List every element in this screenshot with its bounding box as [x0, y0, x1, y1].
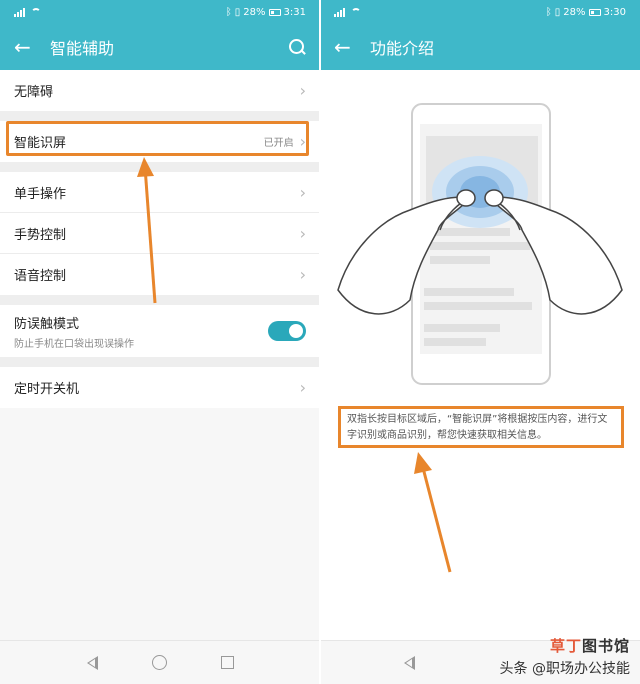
chevron-right-icon: › [299, 378, 306, 397]
bluetooth-icon: ᛒ [545, 6, 552, 18]
status-bar: ᛒ ▯ 28% 3:30 [320, 0, 640, 24]
nav-back-icon[interactable] [404, 655, 415, 670]
nav-bar [0, 640, 320, 684]
battery-percent: 28% [243, 6, 266, 18]
status-bar: ᛒ ▯ 28% 3:31 [0, 0, 320, 24]
chevron-right-icon: › [299, 81, 306, 100]
item-label: 语音控制 [14, 269, 67, 284]
left-screen: ᛒ ▯ 28% 3:31 ← 智能辅助 无障碍 › 智能识屏 已开启 › 单手操… [0, 0, 320, 684]
vibrate-icon: ▯ [554, 6, 561, 18]
app-bar: ← 功能介绍 [320, 24, 640, 70]
battery-icon [588, 8, 601, 16]
feature-description: 双指长按目标区域后，“智能识屏”将根据按压内容，进行文字识别或商品识别，帮您快速… [338, 406, 624, 448]
nav-back-icon[interactable] [86, 655, 98, 670]
page-title: 智能辅助 [50, 39, 115, 58]
status-value: 已开启 [263, 138, 294, 149]
signal-icon [14, 7, 25, 17]
bluetooth-icon: ᛒ [225, 6, 232, 18]
page-title: 功能介绍 [370, 39, 435, 58]
pocket-mode-toggle[interactable] [268, 321, 306, 341]
two-finger-press-illustration [337, 103, 623, 385]
chevron-right-icon: › [299, 223, 306, 243]
chevron-right-icon: › [299, 265, 306, 284]
battery-percent: 28% [563, 6, 586, 18]
right-screen: ᛒ ▯ 28% 3:30 ← 功能介绍 双指长按目标区域后，“智能识屏”将根据按… [320, 0, 640, 684]
watermark: 草丁图书馆 头条 @职场办公技能 [500, 635, 630, 678]
back-arrow-icon[interactable]: ← [14, 37, 40, 57]
nav-recent-icon[interactable] [220, 656, 234, 669]
search-icon[interactable] [288, 38, 306, 56]
clock: 3:30 [603, 6, 626, 18]
signal-icon [334, 7, 345, 17]
chevron-right-icon: › [299, 182, 306, 202]
item-scheduled-power[interactable]: 定时开关机 › [0, 367, 320, 408]
item-label: 单手操作 [14, 186, 67, 202]
chevron-right-icon: › [299, 132, 306, 151]
back-arrow-icon[interactable]: ← [334, 37, 360, 57]
wifi-icon [351, 8, 361, 16]
item-accessibility[interactable]: 无障碍 › [0, 70, 320, 111]
settings-group-1: 无障碍 › [0, 70, 320, 111]
battery-icon [268, 8, 281, 16]
watermark-author: 头条 @职场办公技能 [499, 661, 630, 677]
item-sublabel: 防止手机在口袋出现误操作 [14, 338, 134, 350]
watermark-logo: 草丁图书馆 [549, 637, 630, 655]
item-pocket-mode: 防误触模式 防止手机在口袋出现误操作 [0, 305, 320, 357]
arrow-annotation [414, 452, 452, 573]
vibrate-icon: ▯ [234, 6, 241, 18]
item-label: 定时开关机 [14, 382, 80, 397]
nav-home-icon[interactable] [151, 655, 167, 670]
item-label: 无障碍 [14, 85, 54, 100]
clock: 3:31 [283, 6, 306, 18]
app-bar: ← 智能辅助 [0, 24, 320, 70]
item-label: 防误触模式 [14, 316, 80, 332]
settings-group-5: 定时开关机 › [0, 367, 320, 408]
item-label: 智能识屏 [14, 136, 67, 151]
arrow-annotation [137, 157, 157, 304]
item-label: 手势控制 [14, 227, 67, 243]
settings-group-4: 防误触模式 防止手机在口袋出现误操作 [0, 305, 320, 357]
wifi-icon [31, 8, 41, 16]
